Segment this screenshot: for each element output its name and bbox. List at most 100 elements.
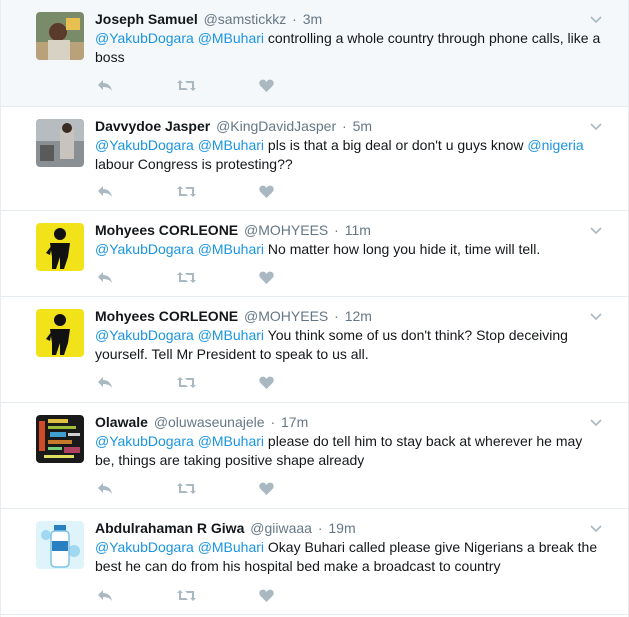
avatar[interactable] xyxy=(36,119,84,167)
mention-link[interactable]: @YakubDogara xyxy=(95,539,194,555)
chevron-down-icon[interactable] xyxy=(590,119,602,131)
user-handle[interactable]: @giiwaaa xyxy=(250,520,312,536)
heart-icon[interactable] xyxy=(256,268,276,286)
chevron-down-icon[interactable] xyxy=(590,415,602,427)
mention-link[interactable]: @MBuhari xyxy=(198,327,264,343)
tweet-timestamp[interactable]: 19m xyxy=(328,520,355,536)
tweet-text: @YakubDogara @MBuhari pls is that a big … xyxy=(95,136,605,174)
tweet-actions xyxy=(95,182,295,202)
tweet-text: @YakubDogara @MBuhari Okay Buhari called… xyxy=(95,538,605,576)
tweet-actions xyxy=(95,586,295,606)
tweet-header: Davvydoe Jasper @KingDavidJasper · 5m xyxy=(95,118,372,134)
chevron-down-icon[interactable] xyxy=(590,309,602,321)
avatar[interactable] xyxy=(36,521,84,569)
mention-link[interactable]: @MBuhari xyxy=(198,539,264,555)
retweet-icon[interactable] xyxy=(176,479,196,497)
tweet-text: @YakubDogara @MBuhari please do tell him… xyxy=(95,432,605,470)
tweet-timestamp[interactable]: 5m xyxy=(353,118,372,134)
user-fullname[interactable]: Olawale xyxy=(95,414,148,430)
tweet-timeline: Joseph Samuel @samstickkz · 3m @YakubDog… xyxy=(0,0,629,617)
tweet-actions xyxy=(95,479,295,499)
tweet-text: @YakubDogara @MBuhari No matter how long… xyxy=(95,240,605,259)
user-fullname[interactable]: Mohyees CORLEONE xyxy=(95,308,238,324)
user-handle[interactable]: @samstickkz xyxy=(204,11,287,27)
mention-link[interactable]: @YakubDogara xyxy=(95,241,194,257)
tweet-actions xyxy=(95,76,295,96)
user-fullname[interactable]: Mohyees CORLEONE xyxy=(95,222,238,238)
tweet-item[interactable]: Abdulrahaman R Giwa @giiwaaa · 19m @Yaku… xyxy=(1,509,628,615)
reply-icon[interactable] xyxy=(95,182,115,200)
user-handle[interactable]: @oluwaseunajele xyxy=(154,414,265,430)
heart-icon[interactable] xyxy=(256,182,276,200)
heart-icon[interactable] xyxy=(256,76,276,94)
mention-link[interactable]: @MBuhari xyxy=(198,30,264,46)
silhouette-yellow-avatar-icon xyxy=(36,223,84,271)
user-handle[interactable]: @MOHYEES xyxy=(244,222,328,238)
heart-icon[interactable] xyxy=(256,479,276,497)
tweet-header: Mohyees CORLEONE @MOHYEES · 12m xyxy=(95,308,372,324)
tweet-item[interactable]: Mohyees CORLEONE @MOHYEES · 12m @YakubDo… xyxy=(1,297,628,403)
separator-dot: · xyxy=(317,520,323,536)
silhouette-yellow-avatar-icon xyxy=(36,309,84,357)
tweet-item[interactable]: Joseph Samuel @samstickkz · 3m @YakubDog… xyxy=(1,0,628,107)
avatar[interactable] xyxy=(36,309,84,357)
reply-icon[interactable] xyxy=(95,479,115,497)
user-photo-avatar-icon xyxy=(36,12,84,60)
tweet-header: Joseph Samuel @samstickkz · 3m xyxy=(95,11,322,27)
tweet-timestamp[interactable]: 11m xyxy=(345,222,371,238)
user-handle[interactable]: @MOHYEES xyxy=(244,308,328,324)
separator-dot: · xyxy=(270,414,276,430)
mention-link[interactable]: @YakubDogara xyxy=(95,137,194,153)
mention-link[interactable]: @YakubDogara xyxy=(95,30,194,46)
mention-link[interactable]: @YakubDogara xyxy=(95,433,194,449)
retweet-icon[interactable] xyxy=(176,586,196,604)
retweet-icon[interactable] xyxy=(176,373,196,391)
tweet-header: Olawale @oluwaseunajele · 17m xyxy=(95,414,308,430)
tweet-actions xyxy=(95,373,295,393)
mention-link[interactable]: @MBuhari xyxy=(198,137,264,153)
tweet-timestamp[interactable]: 3m xyxy=(303,11,322,27)
mention-link[interactable]: @MBuhari xyxy=(198,433,264,449)
user-fullname[interactable]: Joseph Samuel xyxy=(95,11,198,27)
heart-icon[interactable] xyxy=(256,373,276,391)
tweet-text: @YakubDogara @MBuhari controlling a whol… xyxy=(95,29,605,67)
tweet-header: Abdulrahaman R Giwa @giiwaaa · 19m xyxy=(95,520,356,536)
tweet-item[interactable]: Mohyees CORLEONE @MOHYEES · 11m @YakubDo… xyxy=(1,211,628,297)
user-photo-avatar-icon xyxy=(36,119,84,167)
avatar[interactable] xyxy=(36,415,84,463)
chevron-down-icon[interactable] xyxy=(590,12,602,24)
reply-icon[interactable] xyxy=(95,373,115,391)
reply-icon[interactable] xyxy=(95,76,115,94)
tweet-timestamp[interactable]: 12m xyxy=(345,308,372,324)
separator-dot: · xyxy=(292,11,297,27)
retweet-icon[interactable] xyxy=(176,76,196,94)
tweet-body: No matter how long you hide it, time wil… xyxy=(267,241,541,257)
user-fullname[interactable]: Abdulrahaman R Giwa xyxy=(95,520,244,536)
tweet-timestamp[interactable]: 17m xyxy=(281,414,308,430)
tweet-header: Mohyees CORLEONE @MOHYEES · 11m xyxy=(95,222,371,238)
tweet-body: labour Congress is protesting?? xyxy=(95,156,293,172)
separator-dot: · xyxy=(334,222,339,238)
separator-dot: · xyxy=(334,308,339,324)
reply-icon[interactable] xyxy=(95,268,115,286)
avatar[interactable] xyxy=(36,12,84,60)
word-cloud-avatar-icon xyxy=(36,415,84,463)
mention-link[interactable]: @YakubDogara xyxy=(95,327,194,343)
user-fullname[interactable]: Davvydoe Jasper xyxy=(95,118,210,134)
user-handle[interactable]: @KingDavidJasper xyxy=(216,118,336,134)
tweet-actions xyxy=(95,268,295,288)
retweet-icon[interactable] xyxy=(176,268,196,286)
chevron-down-icon[interactable] xyxy=(590,223,602,235)
reply-icon[interactable] xyxy=(95,586,115,604)
tweet-item[interactable]: Olawale @oluwaseunajele · 17m @YakubDoga… xyxy=(1,403,628,509)
heart-icon[interactable] xyxy=(256,586,276,604)
separator-dot: · xyxy=(342,118,347,134)
tweet-item[interactable]: Davvydoe Jasper @KingDavidJasper · 5m @Y… xyxy=(1,107,628,211)
mention-link[interactable]: @MBuhari xyxy=(198,241,264,257)
chevron-down-icon[interactable] xyxy=(590,521,602,533)
tweet-text: @YakubDogara @MBuhari You think some of … xyxy=(95,326,605,364)
avatar[interactable] xyxy=(36,223,84,271)
mention-link[interactable]: @nigeria xyxy=(527,137,583,153)
water-bottle-avatar-icon xyxy=(36,521,84,569)
retweet-icon[interactable] xyxy=(176,182,196,200)
